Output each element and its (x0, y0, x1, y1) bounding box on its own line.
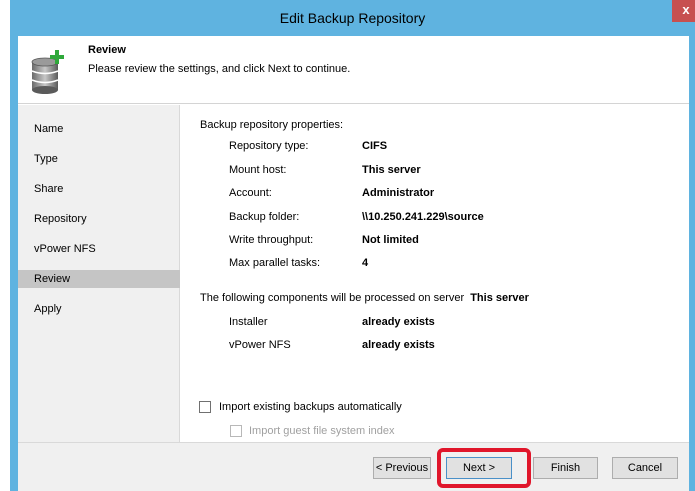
step-repository[interactable]: Repository (18, 210, 180, 228)
cancel-button[interactable]: Cancel (612, 457, 678, 479)
properties-heading: Backup repository properties: (200, 119, 344, 131)
property-value: Not limited (362, 234, 419, 246)
next-button-highlight (437, 448, 531, 488)
property-label: Account: (229, 187, 272, 199)
wizard-header: Review Please review the settings, and c… (18, 36, 689, 104)
property-value: \\10.250.241.229\source (362, 211, 484, 223)
property-label: Repository type: (229, 140, 309, 152)
database-add-icon (31, 50, 64, 94)
step-share[interactable]: Share (18, 180, 180, 198)
property-label: Max parallel tasks: (229, 257, 321, 269)
window-border-left (10, 36, 18, 491)
window-title: Edit Backup Repository (279, 10, 426, 26)
header-subtitle: Please review the settings, and click Ne… (88, 63, 351, 75)
wizard-footer: < Previous Next > Finish Cancel (18, 442, 689, 491)
import-backups-label[interactable]: Import existing backups automatically (219, 401, 402, 413)
component-label: vPower NFS (229, 339, 291, 351)
review-content: Backup repository properties: Repository… (181, 105, 689, 442)
property-value: Administrator (362, 187, 435, 199)
step-review[interactable]: Review (18, 270, 180, 288)
import-guest-index-label: Import guest file system index (249, 425, 395, 437)
step-name[interactable]: Name (18, 120, 180, 138)
components-heading: The following components will be process… (200, 292, 529, 304)
previous-button[interactable]: < Previous (373, 457, 431, 479)
property-label: Mount host: (229, 164, 287, 176)
close-button[interactable]: x (672, 0, 695, 22)
step-apply[interactable]: Apply (18, 300, 180, 318)
import-backups-checkbox[interactable] (199, 401, 211, 413)
header-title: Review (88, 44, 126, 56)
title-bar[interactable]: Edit Backup Repository x (10, 0, 695, 36)
components-server: This server (470, 292, 529, 304)
finish-button[interactable]: Finish (533, 457, 598, 479)
wizard-steps-sidebar: Name Type Share Repository vPower NFS Re… (18, 105, 180, 442)
property-value: CIFS (362, 140, 388, 152)
property-value: This server (362, 164, 421, 176)
step-vpower-nfs[interactable]: vPower NFS (18, 240, 180, 258)
step-type[interactable]: Type (18, 150, 180, 168)
property-label: Write throughput: (229, 234, 314, 246)
components-heading-text: The following components will be process… (200, 292, 465, 304)
import-guest-index-checkbox[interactable] (230, 425, 242, 437)
property-label: Backup folder: (229, 211, 300, 223)
background-edge (0, 0, 10, 491)
component-label: Installer (229, 316, 268, 328)
window-border-right (689, 36, 695, 491)
property-value: 4 (362, 257, 369, 269)
component-status: already exists (362, 316, 435, 328)
component-status: already exists (362, 339, 435, 351)
